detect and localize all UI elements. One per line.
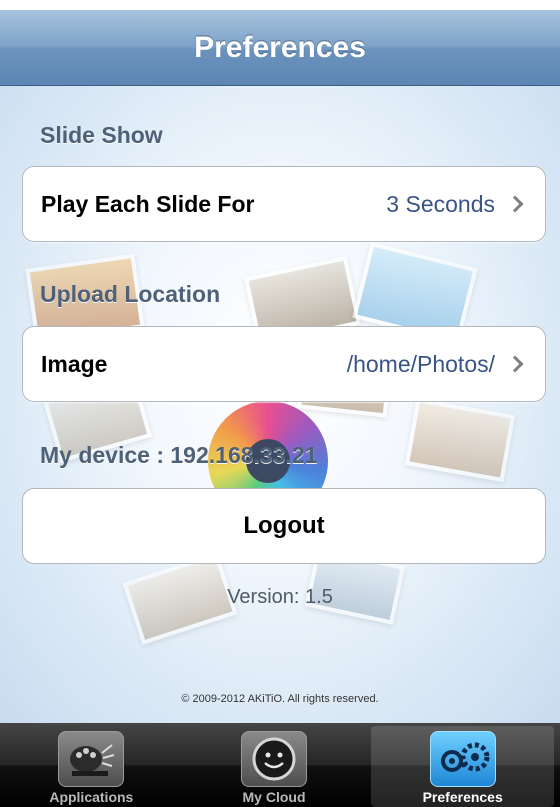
cloud-smile-icon bbox=[241, 731, 307, 787]
tab-my-cloud[interactable]: My Cloud bbox=[183, 723, 366, 807]
preferences-content: Slide Show Play Each Slide For 3 Seconds… bbox=[0, 86, 560, 723]
page-title: Preferences bbox=[194, 30, 366, 64]
logout-button[interactable]: Logout bbox=[22, 488, 546, 564]
chevron-right-icon bbox=[506, 355, 524, 373]
tab-applications[interactable]: Applications bbox=[0, 723, 183, 807]
gears-icon bbox=[429, 731, 496, 787]
upload-location-row[interactable]: Image /home/Photos/ bbox=[22, 326, 546, 402]
tab-bar: Applications My Cloud Preferences bbox=[0, 723, 560, 807]
device-address: My device : 192.168.33.21 bbox=[40, 442, 318, 468]
tab-label: My Cloud bbox=[242, 789, 306, 805]
tab-preferences[interactable]: Preferences bbox=[371, 726, 555, 807]
preferences-screen: Preferences Slide Show Play Each Slide F… bbox=[0, 0, 560, 807]
slide-duration-label: Play Each Slide For bbox=[41, 190, 255, 217]
tab-label: Preferences bbox=[422, 789, 503, 805]
chevron-right-icon bbox=[506, 195, 524, 213]
palette-icon bbox=[58, 731, 125, 787]
upload-location-label: Image bbox=[41, 350, 108, 377]
collage-photo bbox=[404, 397, 516, 483]
version-label: Version: 1.5 bbox=[227, 586, 333, 608]
tab-label: Applications bbox=[49, 789, 134, 805]
slide-duration-value: 3 Seconds bbox=[386, 190, 495, 217]
slide-duration-row[interactable]: Play Each Slide For 3 Seconds bbox=[22, 166, 546, 242]
upload-location-section-header: Upload Location bbox=[40, 281, 221, 307]
upload-location-value: /home/Photos/ bbox=[346, 350, 495, 377]
copyright-notice: © 2009-2012 AKiTiO. All rights reserved. bbox=[181, 693, 379, 705]
slideshow-section-header: Slide Show bbox=[40, 122, 163, 148]
navigation-bar: Preferences bbox=[0, 10, 560, 86]
